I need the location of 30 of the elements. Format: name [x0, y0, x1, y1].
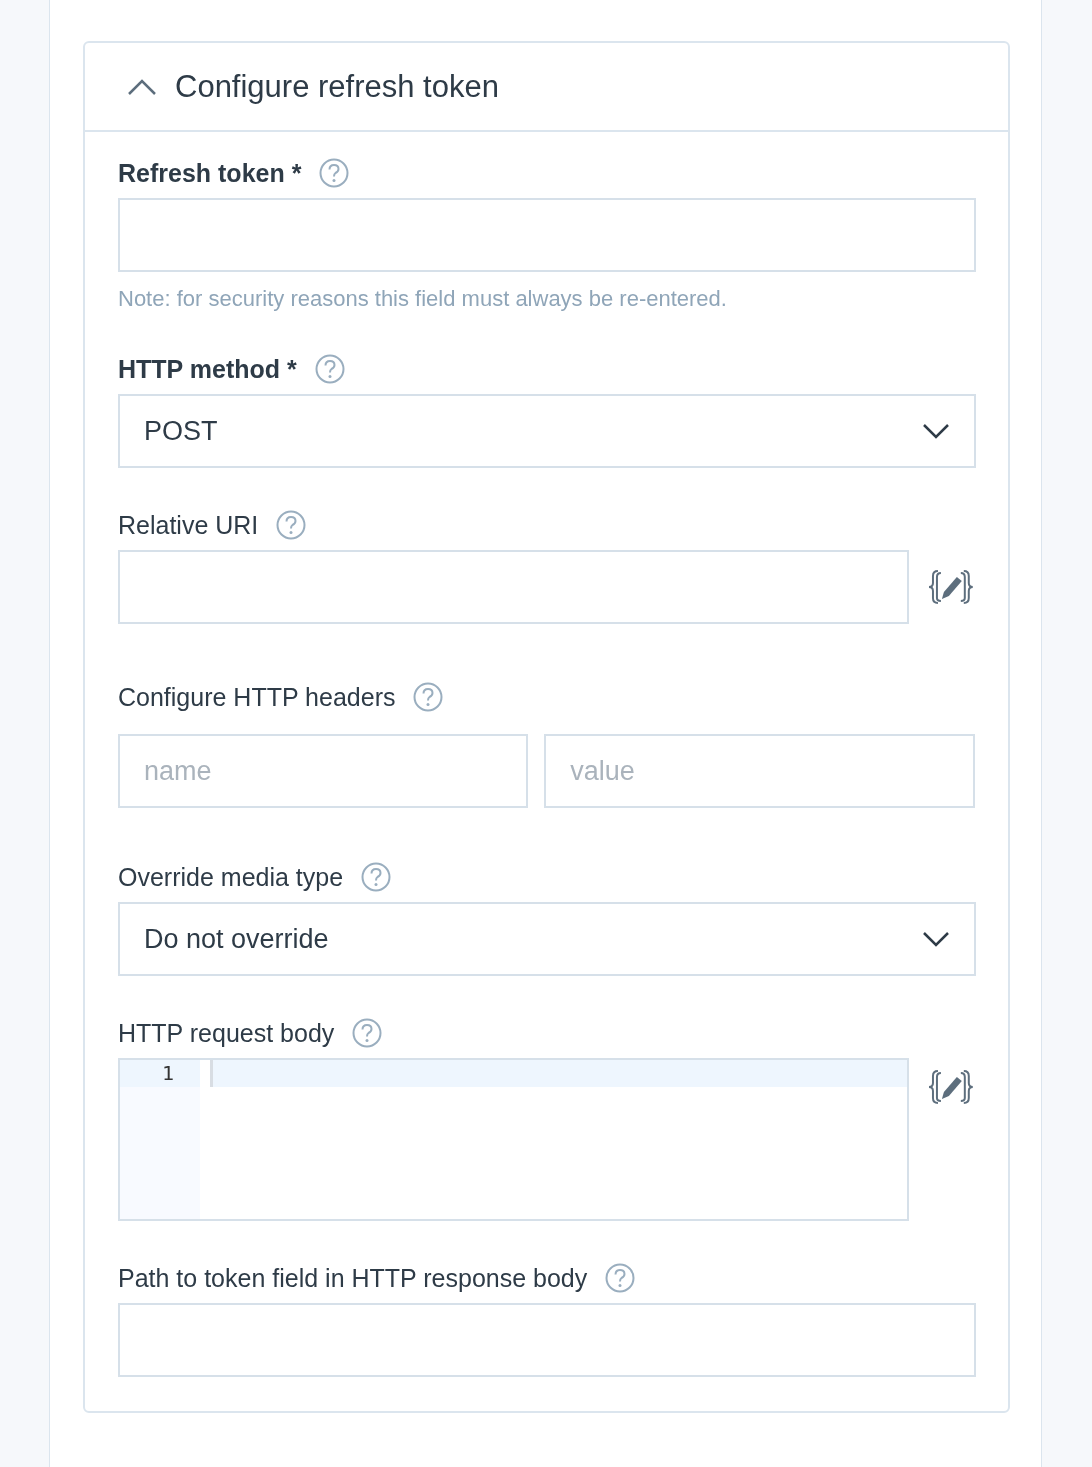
text-field[interactable] [118, 1303, 976, 1377]
field-label: HTTP method * [118, 354, 297, 384]
help-icon[interactable] [605, 1263, 636, 1293]
dropdown-caret-icon [922, 931, 950, 947]
field-label: Path to token field in HTTP response body [118, 1263, 588, 1293]
field-label: HTTP request body [118, 1018, 335, 1048]
text-field[interactable] [118, 550, 910, 624]
template-editor-icon[interactable] [927, 568, 975, 606]
help-icon[interactable] [352, 1018, 383, 1048]
code-editor[interactable]: 1 [118, 1058, 910, 1221]
dropdown[interactable]: Do not override [118, 902, 976, 976]
field-label: Configure HTTP headers [118, 682, 396, 712]
help-icon[interactable] [413, 682, 444, 712]
help-icon[interactable] [276, 510, 307, 540]
help-icon[interactable] [361, 862, 392, 892]
dropdown-caret-icon [922, 423, 950, 439]
line-number: 1 [120, 1060, 200, 1087]
field-note: Note: for security reasons this field must always be re-entered. [118, 286, 728, 312]
text-field[interactable] [118, 198, 976, 272]
dropdown[interactable]: POST [118, 394, 976, 468]
panel-title[interactable]: Configure refresh token [175, 68, 499, 105]
help-icon[interactable] [319, 158, 350, 188]
header-name-field[interactable]: name [118, 734, 529, 808]
field-label: Refresh token * [118, 158, 302, 188]
collapse-icon[interactable] [127, 77, 157, 96]
help-icon[interactable] [314, 354, 345, 384]
header-value-field[interactable]: value [544, 734, 975, 808]
field-label: Override media type [118, 862, 344, 892]
template-editor-icon[interactable] [927, 1068, 975, 1106]
field-label: Relative URI [118, 510, 259, 540]
